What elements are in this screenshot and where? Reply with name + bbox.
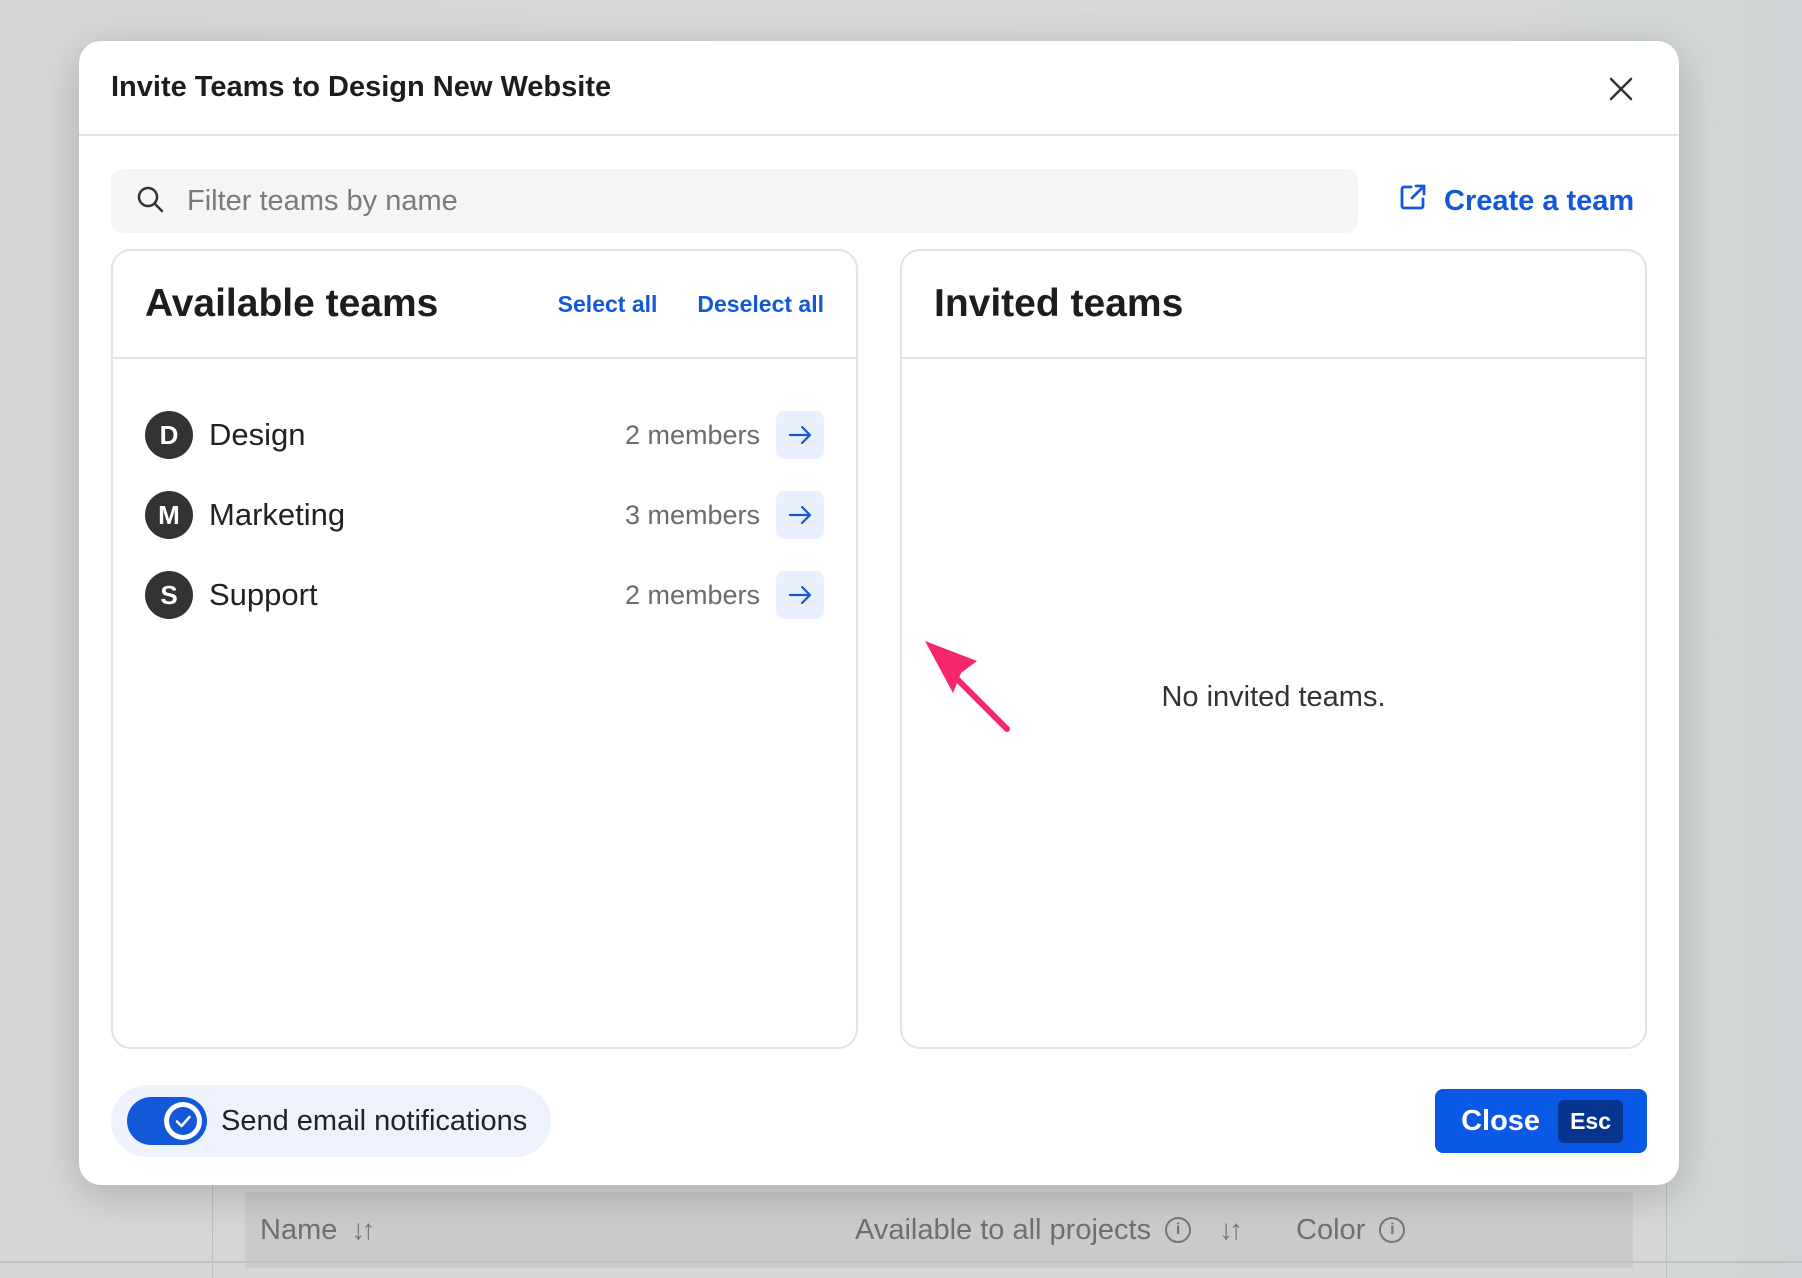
annotation-arrow-icon <box>925 641 1010 732</box>
panel-actions: Select all Deselect all <box>558 291 824 318</box>
background-divider <box>0 1261 1802 1263</box>
deselect-all-button[interactable]: Deselect all <box>697 291 824 318</box>
available-teams-panel: Available teams Select all Deselect all … <box>111 249 858 1049</box>
email-notification-toggle-group: Send email notifications <box>111 1085 552 1157</box>
available-teams-list: D Design 2 members M Marketing 3 members <box>113 359 856 635</box>
dialog-header: Invite Teams to Design New Website <box>79 41 1679 136</box>
select-all-button[interactable]: Select all <box>558 291 658 318</box>
sort-icon: ↓↑ <box>351 1214 375 1245</box>
column-color: Color i <box>1296 1214 1406 1247</box>
dialog-footer: Send email notifications Close Esc <box>111 1085 1647 1157</box>
close-button[interactable]: Close Esc <box>1435 1089 1647 1153</box>
info-icon: i <box>1165 1217 1192 1243</box>
arrow-right-icon <box>788 585 812 605</box>
invited-teams-header: Invited teams <box>902 251 1645 359</box>
team-row-design: D Design 2 members <box>113 395 856 475</box>
team-name: Marketing <box>209 497 346 532</box>
create-team-link[interactable]: Create a team <box>1398 182 1634 220</box>
background-table-header: Name ↓↑ Available to all projects i ↓↑ C… <box>245 1192 1633 1268</box>
avatar: S <box>145 571 193 619</box>
close-icon[interactable] <box>1603 71 1639 107</box>
invite-teams-dialog: Invite Teams to Design New Website Filte… <box>79 41 1679 1185</box>
toolbar: Create a team <box>111 169 1647 233</box>
member-count: 2 members <box>624 419 760 450</box>
toggle-knob <box>164 1102 202 1140</box>
close-button-label: Close <box>1461 1104 1541 1137</box>
column-available: Available to all projects i ↓↑ <box>855 1213 1243 1246</box>
invited-teams-title: Invited teams <box>934 282 1184 325</box>
keyboard-shortcut-badge: Esc <box>1558 1099 1623 1143</box>
arrow-right-icon <box>788 505 812 525</box>
team-name: Design <box>209 417 306 452</box>
invite-team-button[interactable] <box>776 491 824 539</box>
create-team-label: Create a team <box>1444 184 1635 217</box>
team-name: Support <box>209 577 318 612</box>
team-row-support: S Support 2 members <box>113 555 856 635</box>
avatar: M <box>145 491 193 539</box>
dialog-title: Invite Teams to Design New Website <box>111 71 612 103</box>
invite-team-button[interactable] <box>776 571 824 619</box>
avatar: D <box>145 411 193 459</box>
available-teams-title: Available teams <box>145 282 439 325</box>
available-teams-header: Available teams Select all Deselect all <box>113 251 856 359</box>
invite-team-button[interactable] <box>776 411 824 459</box>
member-count: 3 members <box>624 499 760 530</box>
check-circle-icon <box>169 1107 197 1135</box>
external-link-icon <box>1398 182 1428 220</box>
info-icon: i <box>1379 1217 1406 1243</box>
email-notification-label: Send email notifications <box>221 1104 528 1137</box>
member-count: 2 members <box>624 579 760 610</box>
email-notification-toggle[interactable] <box>127 1097 207 1145</box>
team-row-marketing: M Marketing 3 members <box>113 475 856 555</box>
search-icon <box>135 184 165 219</box>
search-input[interactable] <box>187 184 1334 218</box>
arrow-right-icon <box>788 425 812 445</box>
sort-icon: ↓↑ <box>1219 1214 1243 1245</box>
search-box[interactable] <box>111 169 1358 233</box>
column-name: Name ↓↑ <box>260 1213 375 1246</box>
